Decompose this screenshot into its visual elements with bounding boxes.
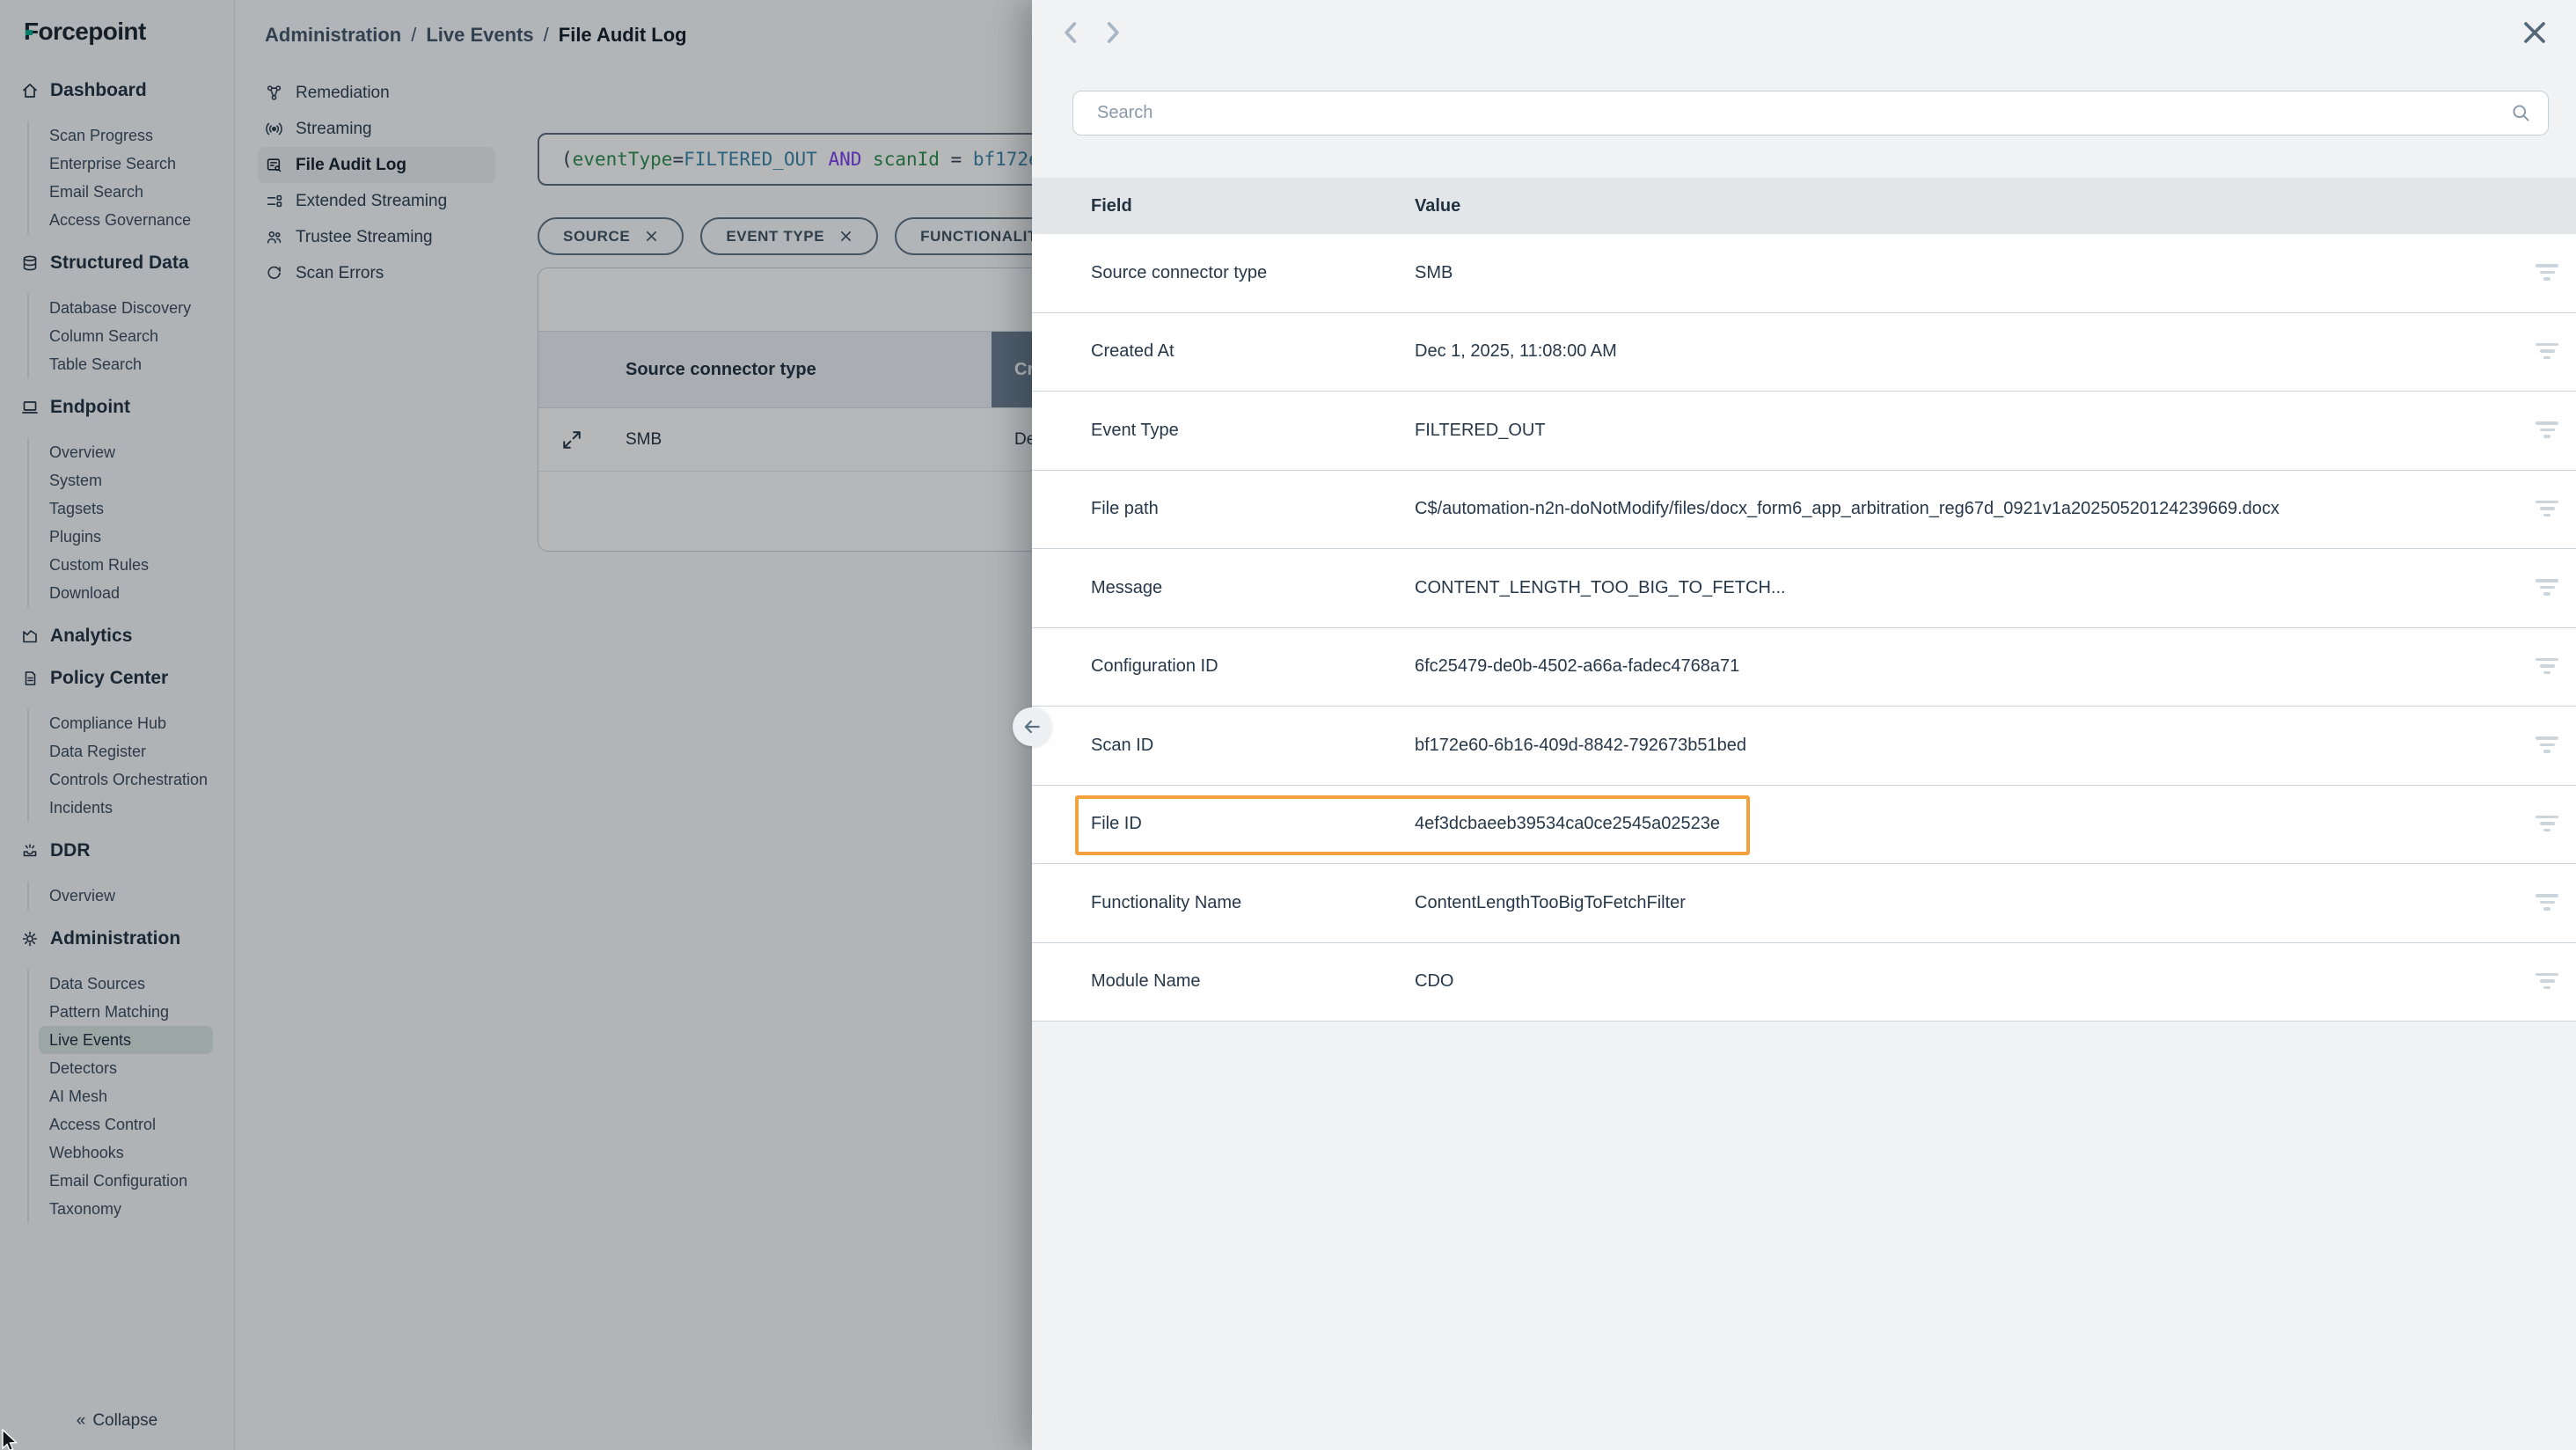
drawer-collapse-back-button[interactable] <box>1013 707 1051 746</box>
filter-icon[interactable] <box>2536 736 2558 754</box>
row-source-connector-type: Source connector type SMB <box>1032 234 2576 313</box>
field-value-header: Field Value <box>1032 178 2576 234</box>
arrow-left-icon <box>1022 717 1042 736</box>
filter-icon[interactable] <box>2536 894 2558 912</box>
next-event-icon[interactable] <box>1099 19 1125 46</box>
row-event-type: Event Type FILTERED_OUT <box>1032 392 2576 471</box>
row-file-id: File ID 4ef3dcbaeeb39534ca0ce2545a02523e <box>1032 786 2576 865</box>
screen: Forcepoint Dashboard Scan Progress Enter… <box>0 0 2576 1450</box>
row-file-path: File path C$/automation-n2n-doNotModify/… <box>1032 471 2576 550</box>
event-detail-drawer: Field Value Source connector type SMB Cr… <box>1032 0 2576 1450</box>
value-column-header: Value <box>1415 196 2576 216</box>
filter-icon[interactable] <box>2536 579 2558 597</box>
filter-icon[interactable] <box>2536 264 2558 282</box>
filter-icon[interactable] <box>2536 658 2558 676</box>
search-input[interactable] <box>1072 91 2549 135</box>
row-scan-id: Scan ID bf172e60-6b16-409d-8842-792673b5… <box>1032 707 2576 786</box>
filter-icon[interactable] <box>2536 343 2558 361</box>
filter-icon[interactable] <box>2536 973 2558 991</box>
filter-icon[interactable] <box>2536 816 2558 833</box>
field-column-header: Field <box>1032 196 1415 216</box>
row-configuration-id: Configuration ID 6fc25479-de0b-4502-a66a… <box>1032 628 2576 707</box>
row-message: Message CONTENT_LENGTH_TOO_BIG_TO_FETCH.… <box>1032 549 2576 628</box>
row-module-name: Module Name CDO <box>1032 943 2576 1022</box>
field-value-table: Field Value Source connector type SMB Cr… <box>1032 178 2576 1022</box>
mouse-cursor <box>1 1429 24 1450</box>
previous-event-icon[interactable] <box>1058 19 1085 46</box>
close-drawer-icon[interactable] <box>2521 19 2548 46</box>
drawer-search <box>1072 91 2549 135</box>
filter-icon[interactable] <box>2536 421 2558 439</box>
row-functionality-name: Functionality Name ContentLengthTooBigTo… <box>1032 864 2576 943</box>
search-icon <box>2511 103 2531 123</box>
modal-dim-overlay <box>0 0 1032 1450</box>
filter-icon[interactable] <box>2536 501 2558 518</box>
row-created-at: Created At Dec 1, 2025, 11:08:00 AM <box>1032 313 2576 392</box>
